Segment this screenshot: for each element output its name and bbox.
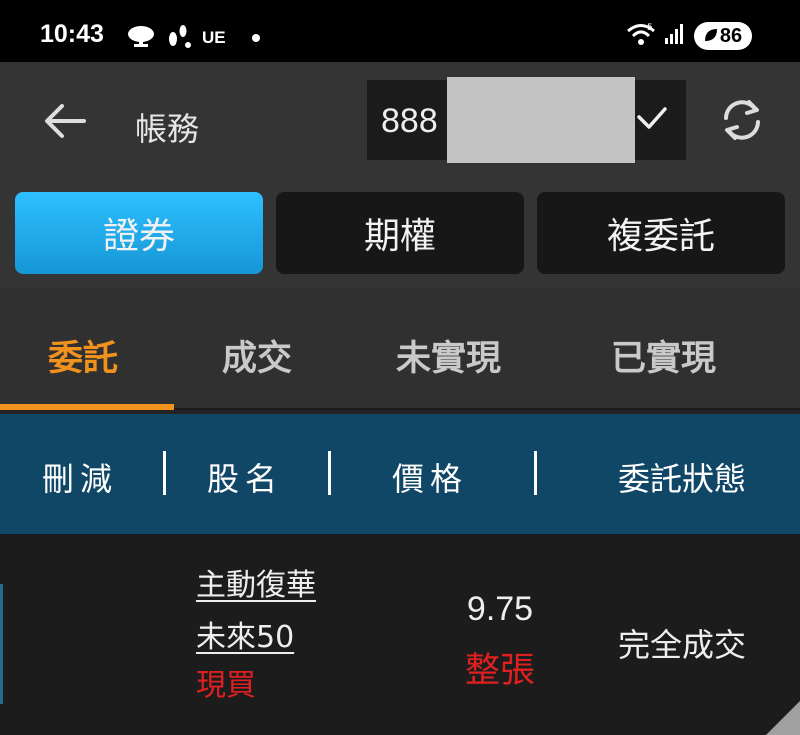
- status-bar: 10:43 UE 5 86: [0, 0, 800, 62]
- signal-icon: [664, 23, 686, 49]
- app-header: 帳務 888: [0, 62, 800, 180]
- battery-level: 86: [719, 24, 743, 47]
- leaf-icon: [704, 25, 718, 48]
- tab-unrealized[interactable]: 未實現: [396, 330, 501, 381]
- cloud-icon: [126, 25, 156, 51]
- stock-name-line: 未來50: [196, 620, 295, 655]
- segment-futures-options-button[interactable]: 期權: [276, 192, 524, 274]
- account-number: 888: [381, 102, 438, 140]
- column-divider: [163, 451, 166, 495]
- wifi-icon: 5: [626, 22, 656, 50]
- carrier-label: UE: [202, 28, 226, 47]
- notification-dot-icon: [251, 34, 260, 42]
- segment-securities-button[interactable]: 證券: [15, 192, 263, 274]
- refresh-icon: [724, 100, 760, 140]
- table-header: 刪減 股名 價格 委託狀態: [0, 414, 800, 534]
- chevron-down-icon: [637, 107, 667, 129]
- active-tab-indicator: [0, 404, 174, 410]
- market-segment-bar: 證券 期權 複委託: [0, 180, 800, 288]
- order-price: 9.75: [466, 590, 534, 628]
- refresh-button[interactable]: [716, 94, 768, 146]
- tab-realized[interactable]: 已實現: [611, 330, 716, 381]
- account-selector[interactable]: 888: [367, 77, 686, 163]
- column-header-stock-name: 股名: [207, 460, 284, 498]
- svg-text:5: 5: [647, 23, 653, 33]
- order-status: 完全成交: [618, 626, 747, 664]
- column-header-order-status: 委託狀態: [618, 460, 747, 498]
- stock-name-link[interactable]: 主動復華 未來50: [196, 560, 316, 664]
- battery-indicator: 86: [694, 22, 752, 50]
- row-edge-marker: [0, 584, 3, 704]
- order-side-label: 現買: [196, 668, 256, 703]
- order-subtabs: 委託 成交 未實現 已實現: [0, 288, 800, 410]
- stock-name-line: 主動復華: [196, 568, 316, 603]
- page-title: 帳務: [135, 110, 200, 148]
- arrow-left-icon: [45, 104, 86, 138]
- tab-orders[interactable]: 委託: [48, 330, 118, 381]
- column-divider: [534, 451, 537, 495]
- column-header-price: 價格: [392, 460, 469, 498]
- lot-type-label: 整張: [464, 651, 535, 691]
- column-header-cancel: 刪減: [42, 460, 119, 498]
- table-row[interactable]: 主動復華 未來50 現買 9.75 整張 完全成交: [0, 534, 800, 735]
- segment-sub-brokerage-button[interactable]: 複委託: [537, 192, 785, 274]
- walk-icon: [166, 23, 192, 53]
- scroll-corner-indicator: [766, 701, 800, 735]
- column-divider: [328, 451, 331, 495]
- clock: 10:43: [40, 20, 104, 48]
- redacted-area: [447, 77, 635, 163]
- back-button[interactable]: [40, 96, 90, 146]
- tab-filled[interactable]: 成交: [222, 330, 292, 381]
